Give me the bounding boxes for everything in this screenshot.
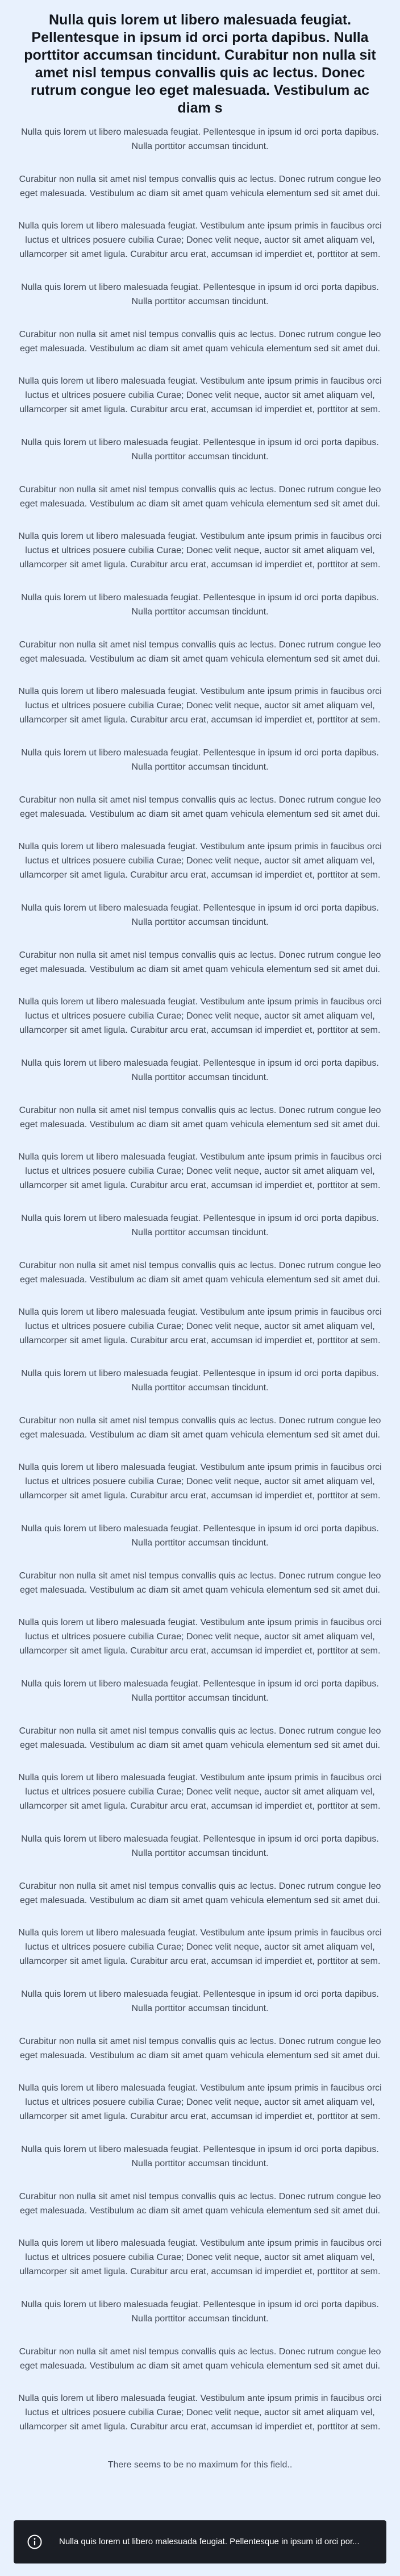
paragraph: Nulla quis lorem ut libero malesuada feu…	[18, 1307, 382, 1345]
paragraph: Nulla quis lorem ut libero malesuada feu…	[21, 1834, 379, 1858]
paragraph: Nulla quis lorem ut libero malesuada feu…	[18, 2394, 382, 2432]
paragraph: Nulla quis lorem ut libero malesuada feu…	[18, 687, 382, 725]
paragraph: Nulla quis lorem ut libero malesuada feu…	[21, 438, 379, 462]
paragraph: Nulla quis lorem ut libero malesuada feu…	[18, 842, 382, 880]
paragraph: Nulla quis lorem ut libero malesuada feu…	[18, 531, 382, 570]
paragraph: Nulla quis lorem ut libero malesuada feu…	[18, 2083, 382, 2121]
paragraph: Nulla quis lorem ut libero malesuada feu…	[18, 1773, 382, 1811]
paragraph: Nulla quis lorem ut libero malesuada feu…	[21, 1369, 379, 1393]
paragraph: Nulla quis lorem ut libero malesuada feu…	[18, 997, 382, 1035]
paragraph: Curabitur non nulla sit amet nisl tempus…	[19, 950, 381, 974]
paragraph: Curabitur non nulla sit amet nisl tempus…	[19, 174, 381, 198]
paragraph: Curabitur non nulla sit amet nisl tempus…	[19, 1726, 381, 1750]
paragraph: Curabitur non nulla sit amet nisl tempus…	[19, 1571, 381, 1595]
paragraph: Nulla quis lorem ut libero malesuada feu…	[21, 903, 379, 927]
paragraph: Curabitur non nulla sit amet nisl tempus…	[19, 330, 381, 354]
paragraph: Curabitur non nulla sit amet nisl tempus…	[19, 1416, 381, 1440]
paragraph: Nulla quis lorem ut libero malesuada feu…	[21, 127, 379, 151]
footer-note: There seems to be no maximum for this fi…	[107, 2460, 293, 2470]
paragraph: Nulla quis lorem ut libero malesuada feu…	[18, 376, 382, 414]
paragraph: Curabitur non nulla sit amet nisl tempus…	[19, 1261, 381, 1285]
paragraph: Nulla quis lorem ut libero malesuada feu…	[18, 1928, 382, 1966]
page-heading: Nulla quis lorem ut libero malesuada feu…	[24, 12, 376, 116]
paragraph: Nulla quis lorem ut libero malesuada feu…	[21, 593, 379, 617]
paragraph: Curabitur non nulla sit amet nisl tempus…	[19, 640, 381, 664]
info-circle-icon	[26, 2533, 43, 2550]
paragraph: Nulla quis lorem ut libero malesuada feu…	[18, 221, 382, 259]
paragraph: Nulla quis lorem ut libero malesuada feu…	[18, 2238, 382, 2276]
paragraph: Curabitur non nulla sit amet nisl tempus…	[19, 2347, 381, 2371]
paragraph: Nulla quis lorem ut libero malesuada feu…	[18, 1618, 382, 1656]
paragraph: Nulla quis lorem ut libero malesuada feu…	[18, 1462, 382, 1501]
info-toast[interactable]: Nulla quis lorem ut libero malesuada feu…	[14, 2520, 386, 2563]
toast-message: Nulla quis lorem ut libero malesuada feu…	[59, 2537, 360, 2546]
paragraph: Curabitur non nulla sit amet nisl tempus…	[19, 1881, 381, 1905]
paragraph: Curabitur non nulla sit amet nisl tempus…	[19, 485, 381, 509]
paragraph: Nulla quis lorem ut libero malesuada feu…	[18, 1152, 382, 1190]
paragraph: Nulla quis lorem ut libero malesuada feu…	[21, 1058, 379, 1082]
paragraph: Nulla quis lorem ut libero malesuada feu…	[21, 2300, 379, 2324]
paragraph: Curabitur non nulla sit amet nisl tempus…	[19, 795, 381, 819]
paragraph: Nulla quis lorem ut libero malesuada feu…	[21, 1214, 379, 1237]
paragraph: Nulla quis lorem ut libero malesuada feu…	[21, 282, 379, 306]
paragraph: Nulla quis lorem ut libero malesuada feu…	[21, 748, 379, 772]
paragraph: Nulla quis lorem ut libero malesuada feu…	[21, 1679, 379, 1703]
paragraph-list: Nulla quis lorem ut libero malesuada feu…	[14, 125, 386, 2434]
paragraph: Curabitur non nulla sit amet nisl tempus…	[19, 2037, 381, 2060]
paragraph: Curabitur non nulla sit amet nisl tempus…	[19, 2192, 381, 2216]
paragraph: Nulla quis lorem ut libero malesuada feu…	[21, 2145, 379, 2168]
page-content: Nulla quis lorem ut libero malesuada feu…	[0, 0, 400, 2471]
paragraph: Nulla quis lorem ut libero malesuada feu…	[21, 1989, 379, 2013]
paragraph: Curabitur non nulla sit amet nisl tempus…	[19, 1106, 381, 1129]
paragraph: Nulla quis lorem ut libero malesuada feu…	[21, 1524, 379, 1548]
